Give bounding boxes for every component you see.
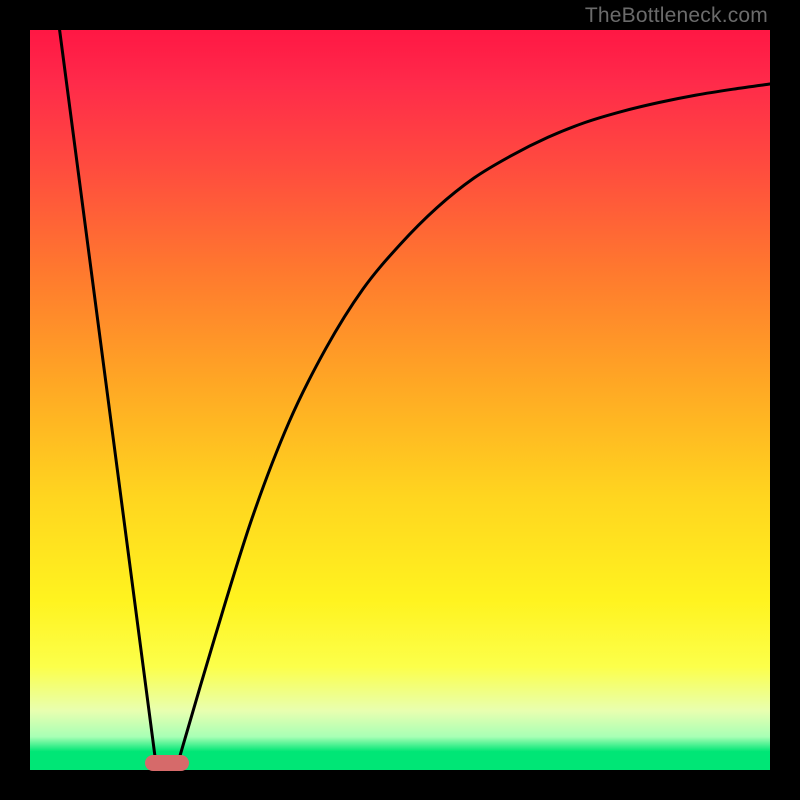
chart-frame: TheBottleneck.com [0, 0, 800, 800]
attribution-text: TheBottleneck.com [585, 4, 768, 28]
bottleneck-curve [30, 30, 770, 770]
plot-area [30, 30, 770, 770]
optimal-marker [145, 755, 189, 771]
curve-path [60, 30, 770, 763]
